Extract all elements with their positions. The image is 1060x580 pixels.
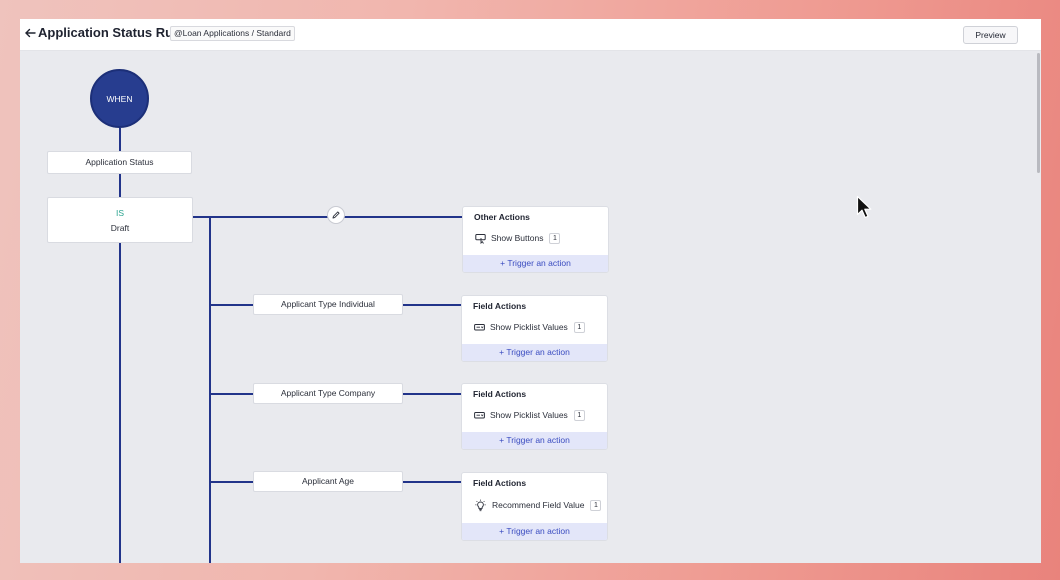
- count-badge: 1: [573, 409, 585, 421]
- connector-line: [119, 243, 121, 563]
- show-buttons-icon: [474, 232, 486, 244]
- trigger-action-button[interactable]: + Trigger an action: [462, 523, 607, 540]
- connector-line: [119, 128, 121, 151]
- page-title: Application Status Rule: [38, 25, 184, 40]
- connector-line: [209, 216, 211, 563]
- header-bar: Application Status Rule @Loan Applicatio…: [20, 19, 1041, 51]
- rule-canvas: WHEN Application Status IS Draft Other A…: [20, 51, 1041, 563]
- other-actions-card: Other Actions Show Buttons 1 + Trigger a…: [462, 206, 609, 273]
- edit-pencil-icon[interactable]: [327, 206, 345, 224]
- back-arrow-icon[interactable]: [23, 26, 37, 40]
- count-badge: 1: [549, 232, 561, 244]
- condition-value: Draft: [110, 223, 130, 233]
- condition-node[interactable]: IS Draft: [47, 197, 193, 243]
- app-window: Application Status Rule @Loan Applicatio…: [20, 19, 1041, 563]
- action-item-label: Recommend Field Value: [492, 500, 585, 510]
- picklist-icon: [473, 321, 485, 333]
- field-actions-card: Field Actions Show Picklist Values 1 + T…: [461, 383, 608, 450]
- connector-line: [403, 481, 461, 483]
- field-actions-card: Field Actions Recommend Field Value 1 + …: [461, 472, 608, 541]
- action-item-label: Show Picklist Values: [490, 322, 568, 332]
- action-item-label: Show Buttons: [491, 233, 544, 243]
- card-title: Field Actions: [473, 301, 527, 311]
- condition-operator: IS: [115, 208, 125, 218]
- connector-line: [209, 481, 253, 483]
- card-title: Field Actions: [473, 389, 527, 399]
- card-title: Other Actions: [474, 212, 530, 222]
- action-item[interactable]: Show Picklist Values 1: [473, 320, 585, 334]
- branch-condition-node[interactable]: Applicant Type Individual: [253, 294, 403, 315]
- branch-condition-node[interactable]: Applicant Age: [253, 471, 403, 492]
- branch-condition-node[interactable]: Applicant Type Company: [253, 383, 403, 404]
- trigger-action-button[interactable]: + Trigger an action: [462, 432, 607, 449]
- action-item[interactable]: Show Buttons 1: [474, 231, 561, 245]
- when-node: WHEN: [90, 69, 149, 128]
- trigger-action-button[interactable]: + Trigger an action: [462, 344, 607, 361]
- trigger-action-button[interactable]: + Trigger an action: [463, 255, 608, 272]
- count-badge: 1: [573, 321, 585, 333]
- connector-line: [119, 174, 121, 197]
- action-item[interactable]: Show Picklist Values 1: [473, 408, 585, 422]
- count-badge: 1: [590, 499, 602, 511]
- preview-button[interactable]: Preview: [963, 26, 1018, 44]
- module-badge: @Loan Applications / Standard: [170, 26, 295, 41]
- action-item-label: Show Picklist Values: [490, 410, 568, 420]
- card-title: Field Actions: [473, 478, 527, 488]
- mouse-pointer-icon: [856, 195, 872, 219]
- connector-line: [209, 393, 253, 395]
- connector-line: [403, 304, 461, 306]
- picklist-icon: [473, 409, 485, 421]
- lightbulb-icon: [473, 498, 487, 512]
- action-item[interactable]: Recommend Field Value 1: [473, 498, 602, 512]
- connector-line: [209, 304, 253, 306]
- connector-line: [403, 393, 461, 395]
- field-actions-card: Field Actions Show Picklist Values 1 + T…: [461, 295, 608, 362]
- field-node[interactable]: Application Status: [47, 151, 192, 174]
